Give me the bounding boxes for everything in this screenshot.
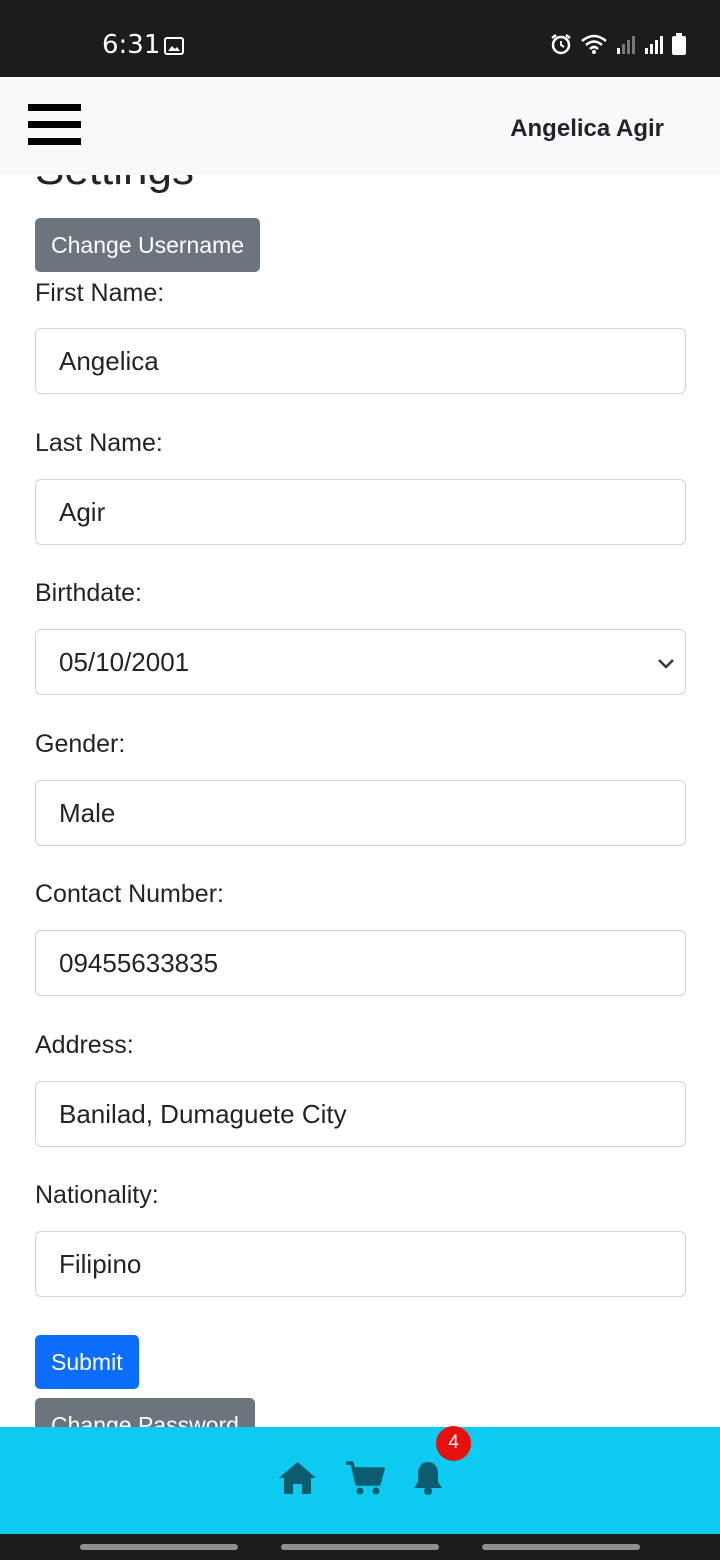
- signal-weak-icon: [617, 36, 635, 54]
- notification-badge: 4: [436, 1426, 471, 1461]
- top-navbar: Angelica Agir: [0, 77, 720, 175]
- recents-button[interactable]: [80, 1544, 238, 1550]
- change-username-button[interactable]: Change Username: [35, 218, 261, 272]
- last-name-input[interactable]: Agir: [35, 479, 686, 545]
- nationality-label: Nationality:: [35, 1181, 159, 1209]
- last-name-label: Last Name:: [35, 429, 163, 457]
- status-icons: [550, 33, 686, 55]
- contact-number-label: Contact Number:: [35, 880, 224, 908]
- image-notification-icon: [164, 37, 184, 55]
- address-input[interactable]: Banilad, Dumaguete City: [35, 1081, 686, 1147]
- nationality-input[interactable]: Filipino: [35, 1231, 686, 1297]
- wifi-icon: [581, 34, 607, 54]
- bottom-nav: [0, 1427, 720, 1534]
- bell-icon[interactable]: [412, 1460, 444, 1496]
- battery-icon: [672, 33, 686, 55]
- birthdate-value: 05/10/2001: [59, 647, 190, 677]
- first-name-label: First Name:: [35, 279, 165, 307]
- first-name-input[interactable]: Angelica: [35, 328, 686, 394]
- system-nav-bar: [0, 1534, 720, 1560]
- status-bar: 6:31: [0, 0, 720, 77]
- submit-button[interactable]: Submit: [35, 1335, 139, 1389]
- gender-label: Gender:: [35, 730, 126, 758]
- cart-icon[interactable]: [345, 1460, 385, 1496]
- back-button[interactable]: [482, 1544, 640, 1550]
- menu-icon[interactable]: [28, 104, 81, 146]
- chevron-down-icon: [658, 659, 674, 669]
- birthdate-select[interactable]: 05/10/2001: [35, 629, 686, 695]
- address-label: Address:: [35, 1031, 134, 1059]
- signal-strong-icon: [645, 36, 663, 54]
- alarm-icon: [551, 34, 571, 55]
- home-icon[interactable]: [277, 1460, 318, 1496]
- user-name[interactable]: Angelica Agir: [510, 115, 664, 143]
- home-gesture-button[interactable]: [281, 1544, 439, 1550]
- status-time: 6:31: [102, 30, 161, 60]
- gender-input[interactable]: Male: [35, 780, 686, 846]
- contact-number-input[interactable]: 09455633835: [35, 930, 686, 996]
- birthdate-label: Birthdate:: [35, 579, 143, 607]
